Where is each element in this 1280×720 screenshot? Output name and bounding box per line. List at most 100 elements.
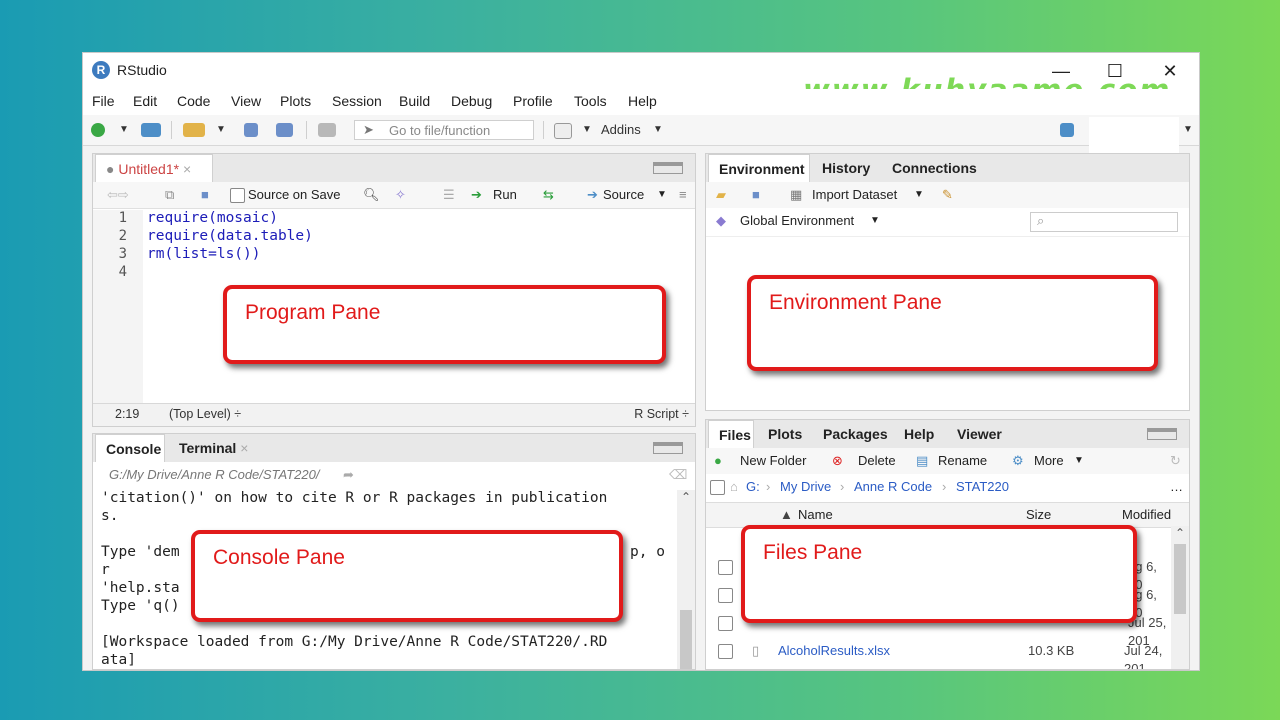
menu-file[interactable]: File (92, 93, 115, 109)
menu-plots[interactable]: Plots (280, 93, 311, 109)
maximize-icon[interactable]: ☐ (1092, 57, 1138, 85)
more-button[interactable]: More (1034, 452, 1064, 470)
tab-connections[interactable]: Connections (882, 154, 987, 182)
load-workspace-icon[interactable]: ▰ (716, 186, 726, 204)
delete-button[interactable]: Delete (858, 452, 896, 470)
row-checkbox[interactable] (718, 588, 733, 603)
tab-console[interactable]: Console (95, 434, 165, 462)
env-search-input[interactable]: ⌕ (1030, 212, 1178, 232)
close-icon[interactable]: ✕ (1147, 57, 1193, 85)
save-icon[interactable] (244, 123, 258, 137)
select-all-checkbox[interactable] (710, 480, 725, 495)
maximize-pane-icon[interactable] (1147, 428, 1177, 440)
menu-build[interactable]: Build (399, 93, 430, 109)
source-on-save-checkbox[interactable] (230, 188, 245, 203)
tab-help[interactable]: Help (894, 420, 944, 448)
files-scrollbar[interactable]: ⌃ (1171, 526, 1189, 669)
menu-code[interactable]: Code (177, 93, 210, 109)
compile-report-icon[interactable]: ☰ (443, 186, 455, 204)
menu-profile[interactable]: Profile (513, 93, 553, 109)
layout-dropdown-icon[interactable]: ▼ (582, 120, 592, 140)
project-dropdown-icon[interactable]: ▼ (1183, 120, 1193, 140)
more-path-icon[interactable]: … (1170, 478, 1183, 496)
maximize-pane-icon[interactable] (653, 442, 683, 454)
col-name[interactable]: Name (798, 506, 833, 524)
breadcrumb-my-drive[interactable]: My Drive (780, 478, 831, 496)
tab-packages[interactable]: Packages (813, 420, 898, 448)
new-file-dropdown-icon[interactable]: ▼ (119, 120, 129, 140)
menu-view[interactable]: View (231, 93, 261, 109)
project-icon[interactable] (1060, 123, 1074, 137)
refresh-icon[interactable]: ↻ (1170, 452, 1181, 470)
goto-directory-icon[interactable]: ➦ (343, 466, 354, 484)
open-dropdown-icon[interactable]: ▼ (216, 120, 226, 140)
addins-menu[interactable]: Addins (601, 120, 641, 140)
broom-icon[interactable]: ✎ (942, 186, 953, 204)
tab-plots[interactable]: Plots (758, 420, 812, 448)
scrollbar-thumb[interactable] (1174, 544, 1186, 614)
import-dropdown-icon[interactable]: ▼ (914, 186, 924, 204)
row-checkbox[interactable] (718, 644, 733, 659)
menu-edit[interactable]: Edit (133, 93, 157, 109)
new-folder-button[interactable]: New Folder (740, 452, 806, 470)
save-doc-icon[interactable]: ■ (201, 186, 209, 204)
close-terminal-icon[interactable]: × (240, 440, 248, 456)
back-forward-icon[interactable]: ⇦⇨ (107, 186, 129, 204)
outline-icon[interactable]: ≡ (679, 186, 687, 204)
file-type-selector[interactable]: R Script ÷ (634, 407, 689, 421)
breadcrumb-stat220[interactable]: STAT220 (956, 478, 1009, 496)
goto-arrow-icon: ➤ (363, 122, 374, 137)
scrollbar-thumb[interactable] (680, 610, 692, 669)
rerun-icon[interactable]: ⇆ (543, 186, 554, 204)
tab-untitled1[interactable]: ● Untitled1* × (95, 154, 213, 182)
scroll-up-icon[interactable]: ⌃ (1175, 526, 1185, 540)
more-dropdown-icon[interactable]: ▼ (1074, 452, 1084, 470)
open-file-icon[interactable] (183, 123, 205, 137)
tab-viewer[interactable]: Viewer (947, 420, 1012, 448)
import-dataset-button[interactable]: Import Dataset (812, 186, 897, 204)
scope-dropdown-icon[interactable]: ▼ (870, 212, 880, 230)
clear-console-icon[interactable]: ⌫ (669, 466, 687, 484)
home-icon[interactable]: ⌂ (730, 478, 738, 496)
menu-session[interactable]: Session (332, 93, 382, 109)
tab-history[interactable]: History (812, 154, 880, 182)
run-button[interactable]: Run (493, 186, 517, 204)
menu-tools[interactable]: Tools (574, 93, 607, 109)
grid-layout-icon[interactable] (554, 123, 572, 139)
col-modified[interactable]: Modified (1122, 506, 1171, 524)
maximize-pane-icon[interactable] (653, 162, 683, 174)
show-in-window-icon[interactable]: ⧉ (165, 186, 174, 204)
minimize-icon[interactable]: — (1038, 57, 1084, 85)
source-button[interactable]: Source (603, 186, 644, 204)
global-environment-selector[interactable]: Global Environment (740, 212, 854, 230)
close-tab-icon[interactable]: × (183, 161, 191, 177)
search-icon[interactable]: 🔍︎ (363, 186, 380, 204)
addins-dropdown-icon[interactable]: ▼ (653, 120, 663, 140)
tab-environment[interactable]: Environment (708, 154, 810, 182)
scope-selector[interactable]: (Top Level) ÷ (169, 407, 241, 421)
tab-files[interactable]: Files (708, 420, 754, 448)
save-workspace-icon[interactable]: ■ (752, 186, 760, 204)
tab-terminal[interactable]: Terminal × (169, 434, 258, 462)
col-size[interactable]: Size (1026, 506, 1051, 524)
menu-help[interactable]: Help (628, 93, 657, 109)
new-file-icon[interactable] (91, 123, 105, 137)
breadcrumb-drive[interactable]: G: (746, 478, 760, 496)
menu-debug[interactable]: Debug (451, 93, 492, 109)
new-project-icon[interactable] (141, 123, 161, 137)
table-row[interactable]: ▯ AlcoholResults.xlsx 10.3 KB Jul 24, 20… (706, 638, 1171, 669)
file-name-link[interactable]: AlcoholResults.xlsx (778, 642, 890, 660)
row-checkbox[interactable] (718, 616, 733, 631)
cursor-position: 2:19 (115, 407, 140, 421)
console-scrollbar[interactable]: ⌃ (677, 490, 695, 669)
rename-button[interactable]: Rename (938, 452, 987, 470)
source-dropdown-icon[interactable]: ▼ (657, 186, 667, 204)
scroll-up-icon[interactable]: ⌃ (681, 490, 691, 504)
breadcrumb-anne-r-code[interactable]: Anne R Code (854, 478, 932, 496)
save-all-icon[interactable] (276, 123, 293, 137)
row-checkbox[interactable] (718, 560, 733, 575)
print-icon[interactable] (318, 123, 336, 137)
goto-file-input[interactable]: Go to file/function (354, 120, 534, 140)
code-tools-icon[interactable]: ✧ (395, 186, 406, 204)
r-file-icon: ● (106, 161, 115, 177)
